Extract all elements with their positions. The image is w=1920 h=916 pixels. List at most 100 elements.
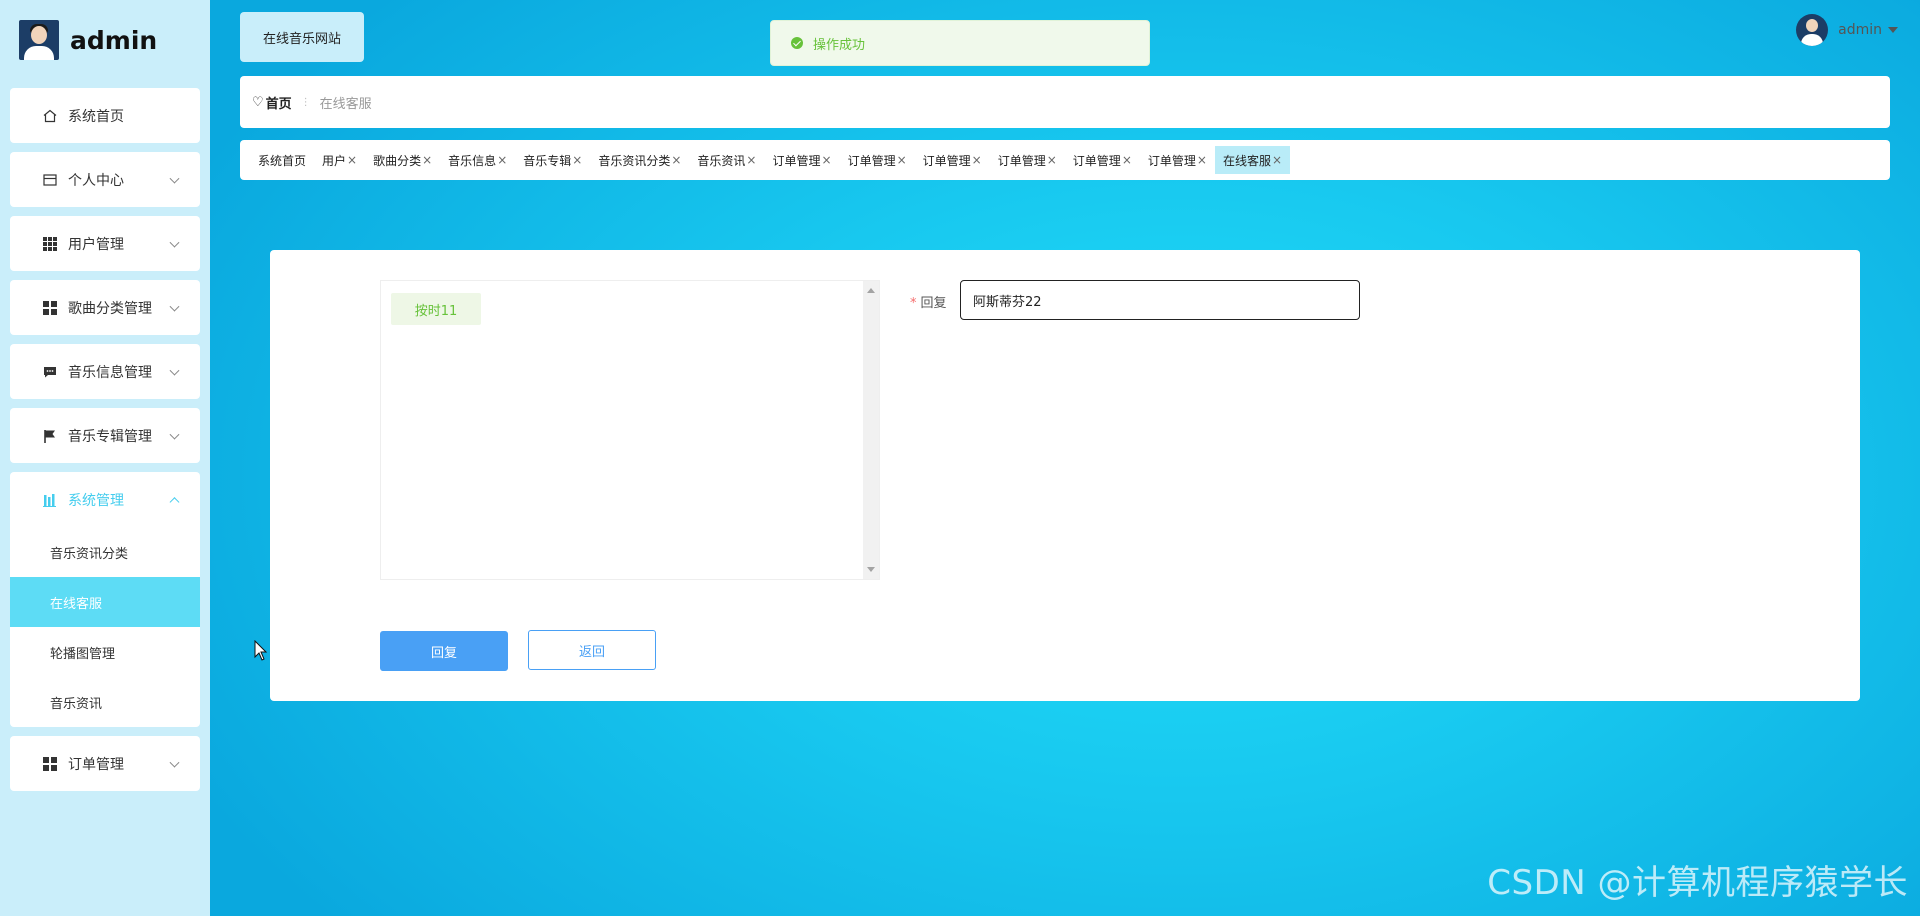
calendar-icon [42,172,58,188]
sidebar: admin 系统首页 个人中心 用户管理 歌曲分类管理 音乐信息管理 音乐专辑管… [0,0,210,916]
tab-8[interactable]: 订单管理 × [840,146,915,174]
tags-bar: 系统首页 用户 × 歌曲分类 × 音乐信息 × 音乐专辑 × 音乐资讯分类 × 音乐资讯 × 订单管理 × 订… [240,140,1890,180]
bar-chart-icon [42,492,58,508]
sidebar-item-music-info[interactable]: 音乐信息管理 [10,344,200,399]
avatar [1796,14,1829,46]
sidebar-item-label: 订单管理 [68,756,124,773]
breadcrumb-separator: ⋮ [300,96,311,108]
sidebar-item-users[interactable]: 用户管理 [10,216,200,271]
reply-button[interactable]: 回复 [380,631,508,671]
close-icon[interactable]: × [1272,153,1282,167]
scrollbar[interactable] [863,281,879,579]
close-icon[interactable]: × [972,153,982,167]
brand-avatar [19,20,59,60]
close-icon[interactable]: × [897,153,907,167]
tab-label: 订单管理 [1072,153,1121,168]
tab-12[interactable]: 订单管理 × [1140,146,1215,174]
tab-11[interactable]: 订单管理 × [1065,146,1140,174]
sidebar-item-label: 用户管理 [68,236,124,253]
close-icon[interactable]: × [347,153,357,167]
tab-label: 音乐信息 [448,153,497,168]
sidebar-item-orders[interactable]: 订单管理 [10,736,200,791]
submenu-item-label: 在线客服 [50,596,103,612]
sidebar-item-profile[interactable]: 个人中心 [10,152,200,207]
close-icon[interactable]: × [671,153,681,167]
sidebar-item-album[interactable]: 音乐专辑管理 [10,408,200,463]
sidebar-item-label: 系统首页 [68,108,124,125]
tab-label: 用户 [322,153,347,168]
chat-message: 按时11 [391,293,481,325]
scroll-up-arrow-icon[interactable] [867,288,875,293]
chevron-down-icon [169,301,180,312]
submenu-item-online-service[interactable]: 在线客服 [10,577,200,627]
menu-card-song-category: 歌曲分类管理 [10,280,200,335]
sidebar-item-home[interactable]: 系统首页 [10,88,200,143]
tab-13[interactable]: 在线客服 × [1214,146,1291,174]
chevron-down-icon [169,365,180,376]
tab-label: 系统首页 [258,153,307,168]
required-mark: * [910,296,917,311]
back-button[interactable]: 返回 [528,630,656,670]
submenu-item-label: 轮播图管理 [50,646,116,662]
user-menu[interactable]: admin [1796,14,1898,46]
breadcrumb-current: 在线客服 [319,96,372,112]
sidebar-item-label: 个人中心 [68,172,124,189]
menu-card-home: 系统首页 [10,88,200,143]
close-icon[interactable]: × [746,153,756,167]
chevron-down-icon [169,757,180,768]
tab-label: 音乐专辑 [523,153,572,168]
home-icon [42,108,58,124]
flag-icon [42,428,58,444]
breadcrumb: ♡ 首页 ⋮ 在线客服 [240,76,1890,128]
heart-icon: ♡ [252,94,264,110]
menu-card-profile: 个人中心 [10,152,200,207]
reply-input[interactable] [960,280,1360,320]
close-icon[interactable]: × [422,153,432,167]
submenu-item-music-news[interactable]: 音乐资讯 [10,677,200,727]
tab-6[interactable]: 音乐资讯 × [689,146,764,174]
tab-1[interactable]: 用户 × [314,146,365,174]
chevron-down-icon [169,237,180,248]
tab-9[interactable]: 订单管理 × [915,146,990,174]
tab-label: 订单管理 [922,153,971,168]
tab-label: 订单管理 [847,153,896,168]
watermark: CSDN @计算机程序猿学长 [1487,863,1908,903]
chat-history[interactable]: 按时11 [380,280,880,580]
close-icon[interactable]: × [1122,153,1132,167]
reply-field-label: * 回复 [910,292,947,311]
submenu-item-music-news-category[interactable]: 音乐资讯分类 [10,527,200,577]
caret-down-icon [1888,27,1898,33]
tab-5[interactable]: 音乐资讯分类 × [590,146,689,174]
close-icon[interactable]: × [572,153,582,167]
brand: admin [19,19,157,61]
success-check-icon [791,37,803,49]
chevron-down-icon [169,429,180,440]
tab-label: 音乐资讯 [697,153,746,168]
sidebar-item-label: 音乐专辑管理 [68,428,152,445]
message-icon [42,364,58,380]
sidebar-item-label: 音乐信息管理 [68,364,152,381]
tab-7[interactable]: 订单管理 × [764,146,839,174]
tab-4[interactable]: 音乐专辑 × [515,146,590,174]
submenu-item-carousel[interactable]: 轮播图管理 [10,627,200,677]
close-icon[interactable]: × [1047,153,1057,167]
tab-2[interactable]: 歌曲分类 × [365,146,440,174]
close-icon[interactable]: × [1197,153,1207,167]
tab-3[interactable]: 音乐信息 × [440,146,515,174]
menu-card-music-info: 音乐信息管理 [10,344,200,399]
sidebar-item-system[interactable]: 系统管理 [10,472,200,527]
scroll-down-arrow-icon[interactable] [867,567,875,572]
menu-card-users: 用户管理 [10,216,200,271]
submenu-item-label: 音乐资讯 [50,696,103,712]
close-icon[interactable]: × [497,153,507,167]
sidebar-item-song-category[interactable]: 歌曲分类管理 [10,280,200,335]
reply-label-text: 回复 [920,296,947,311]
grid-icon [42,236,58,252]
tab-0[interactable]: 系统首页 [250,146,314,174]
close-icon[interactable]: × [822,153,832,167]
breadcrumb-home[interactable]: 首页 [266,93,292,112]
tab-label: 在线客服 [1222,153,1271,168]
tab-label: 订单管理 [997,153,1046,168]
tab-10[interactable]: 订单管理 × [990,146,1065,174]
menu-card-orders: 订单管理 [10,736,200,791]
